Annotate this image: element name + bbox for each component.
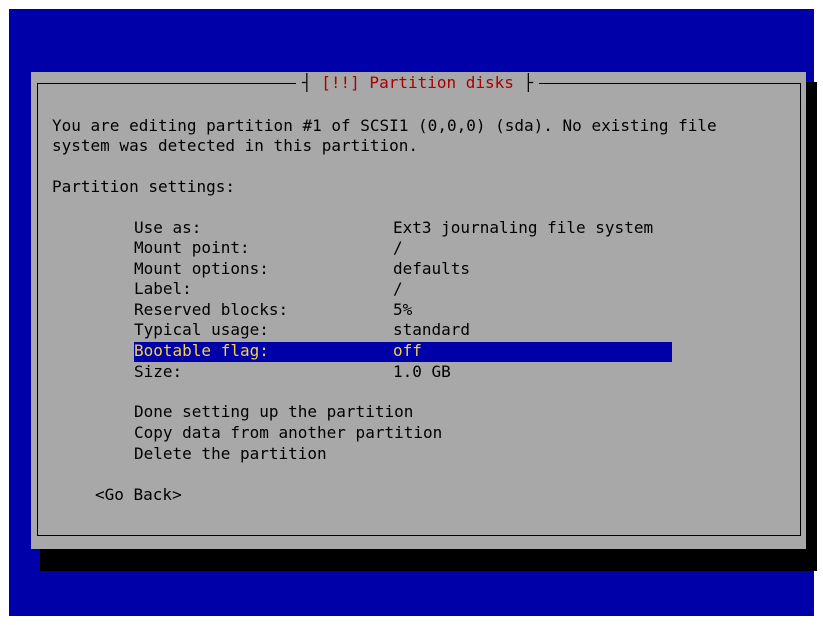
setting-mount-point-value[interactable]: / xyxy=(393,238,403,259)
go-back-button[interactable]: <Go Back> xyxy=(95,485,182,506)
dialog-title-text: [!!] Partition disks xyxy=(321,73,514,92)
dialog-shadow-right xyxy=(805,82,817,571)
action-done-setting-up[interactable]: Done setting up the partition xyxy=(134,402,413,423)
setting-use-as-label[interactable]: Use as: xyxy=(134,218,201,239)
setting-size-value[interactable]: 1.0 GB xyxy=(393,362,451,383)
dialog-title: ┤ [!!] Partition disks ├ xyxy=(296,73,540,93)
setting-mount-point-label[interactable]: Mount point: xyxy=(134,238,250,259)
section-heading: Partition settings: xyxy=(52,177,236,196)
intro-line-2: system was detected in this partition. xyxy=(52,136,419,155)
setting-mount-options-label[interactable]: Mount options: xyxy=(134,259,269,280)
action-copy-data[interactable]: Copy data from another partition xyxy=(134,423,442,444)
setting-label-value[interactable]: / xyxy=(393,279,403,300)
setting-bootable-flag-label[interactable]: Bootable flag: xyxy=(134,341,269,362)
setting-use-as-value[interactable]: Ext3 journaling file system xyxy=(393,218,653,239)
setting-mount-options-value[interactable]: defaults xyxy=(393,259,470,280)
setting-reserved-blocks-value[interactable]: 5% xyxy=(393,300,412,321)
setting-typical-usage-value[interactable]: standard xyxy=(393,320,470,341)
dialog-shadow-bottom xyxy=(40,549,817,571)
setting-size-label[interactable]: Size: xyxy=(134,362,182,383)
setting-label-label[interactable]: Label: xyxy=(134,279,192,300)
action-delete-partition[interactable]: Delete the partition xyxy=(134,444,327,465)
setting-reserved-blocks-label[interactable]: Reserved blocks: xyxy=(134,300,288,321)
intro-line-1: You are editing partition #1 of SCSI1 (0… xyxy=(52,116,717,135)
setting-bootable-flag-value[interactable]: off xyxy=(393,341,422,362)
setting-typical-usage-label[interactable]: Typical usage: xyxy=(134,320,269,341)
